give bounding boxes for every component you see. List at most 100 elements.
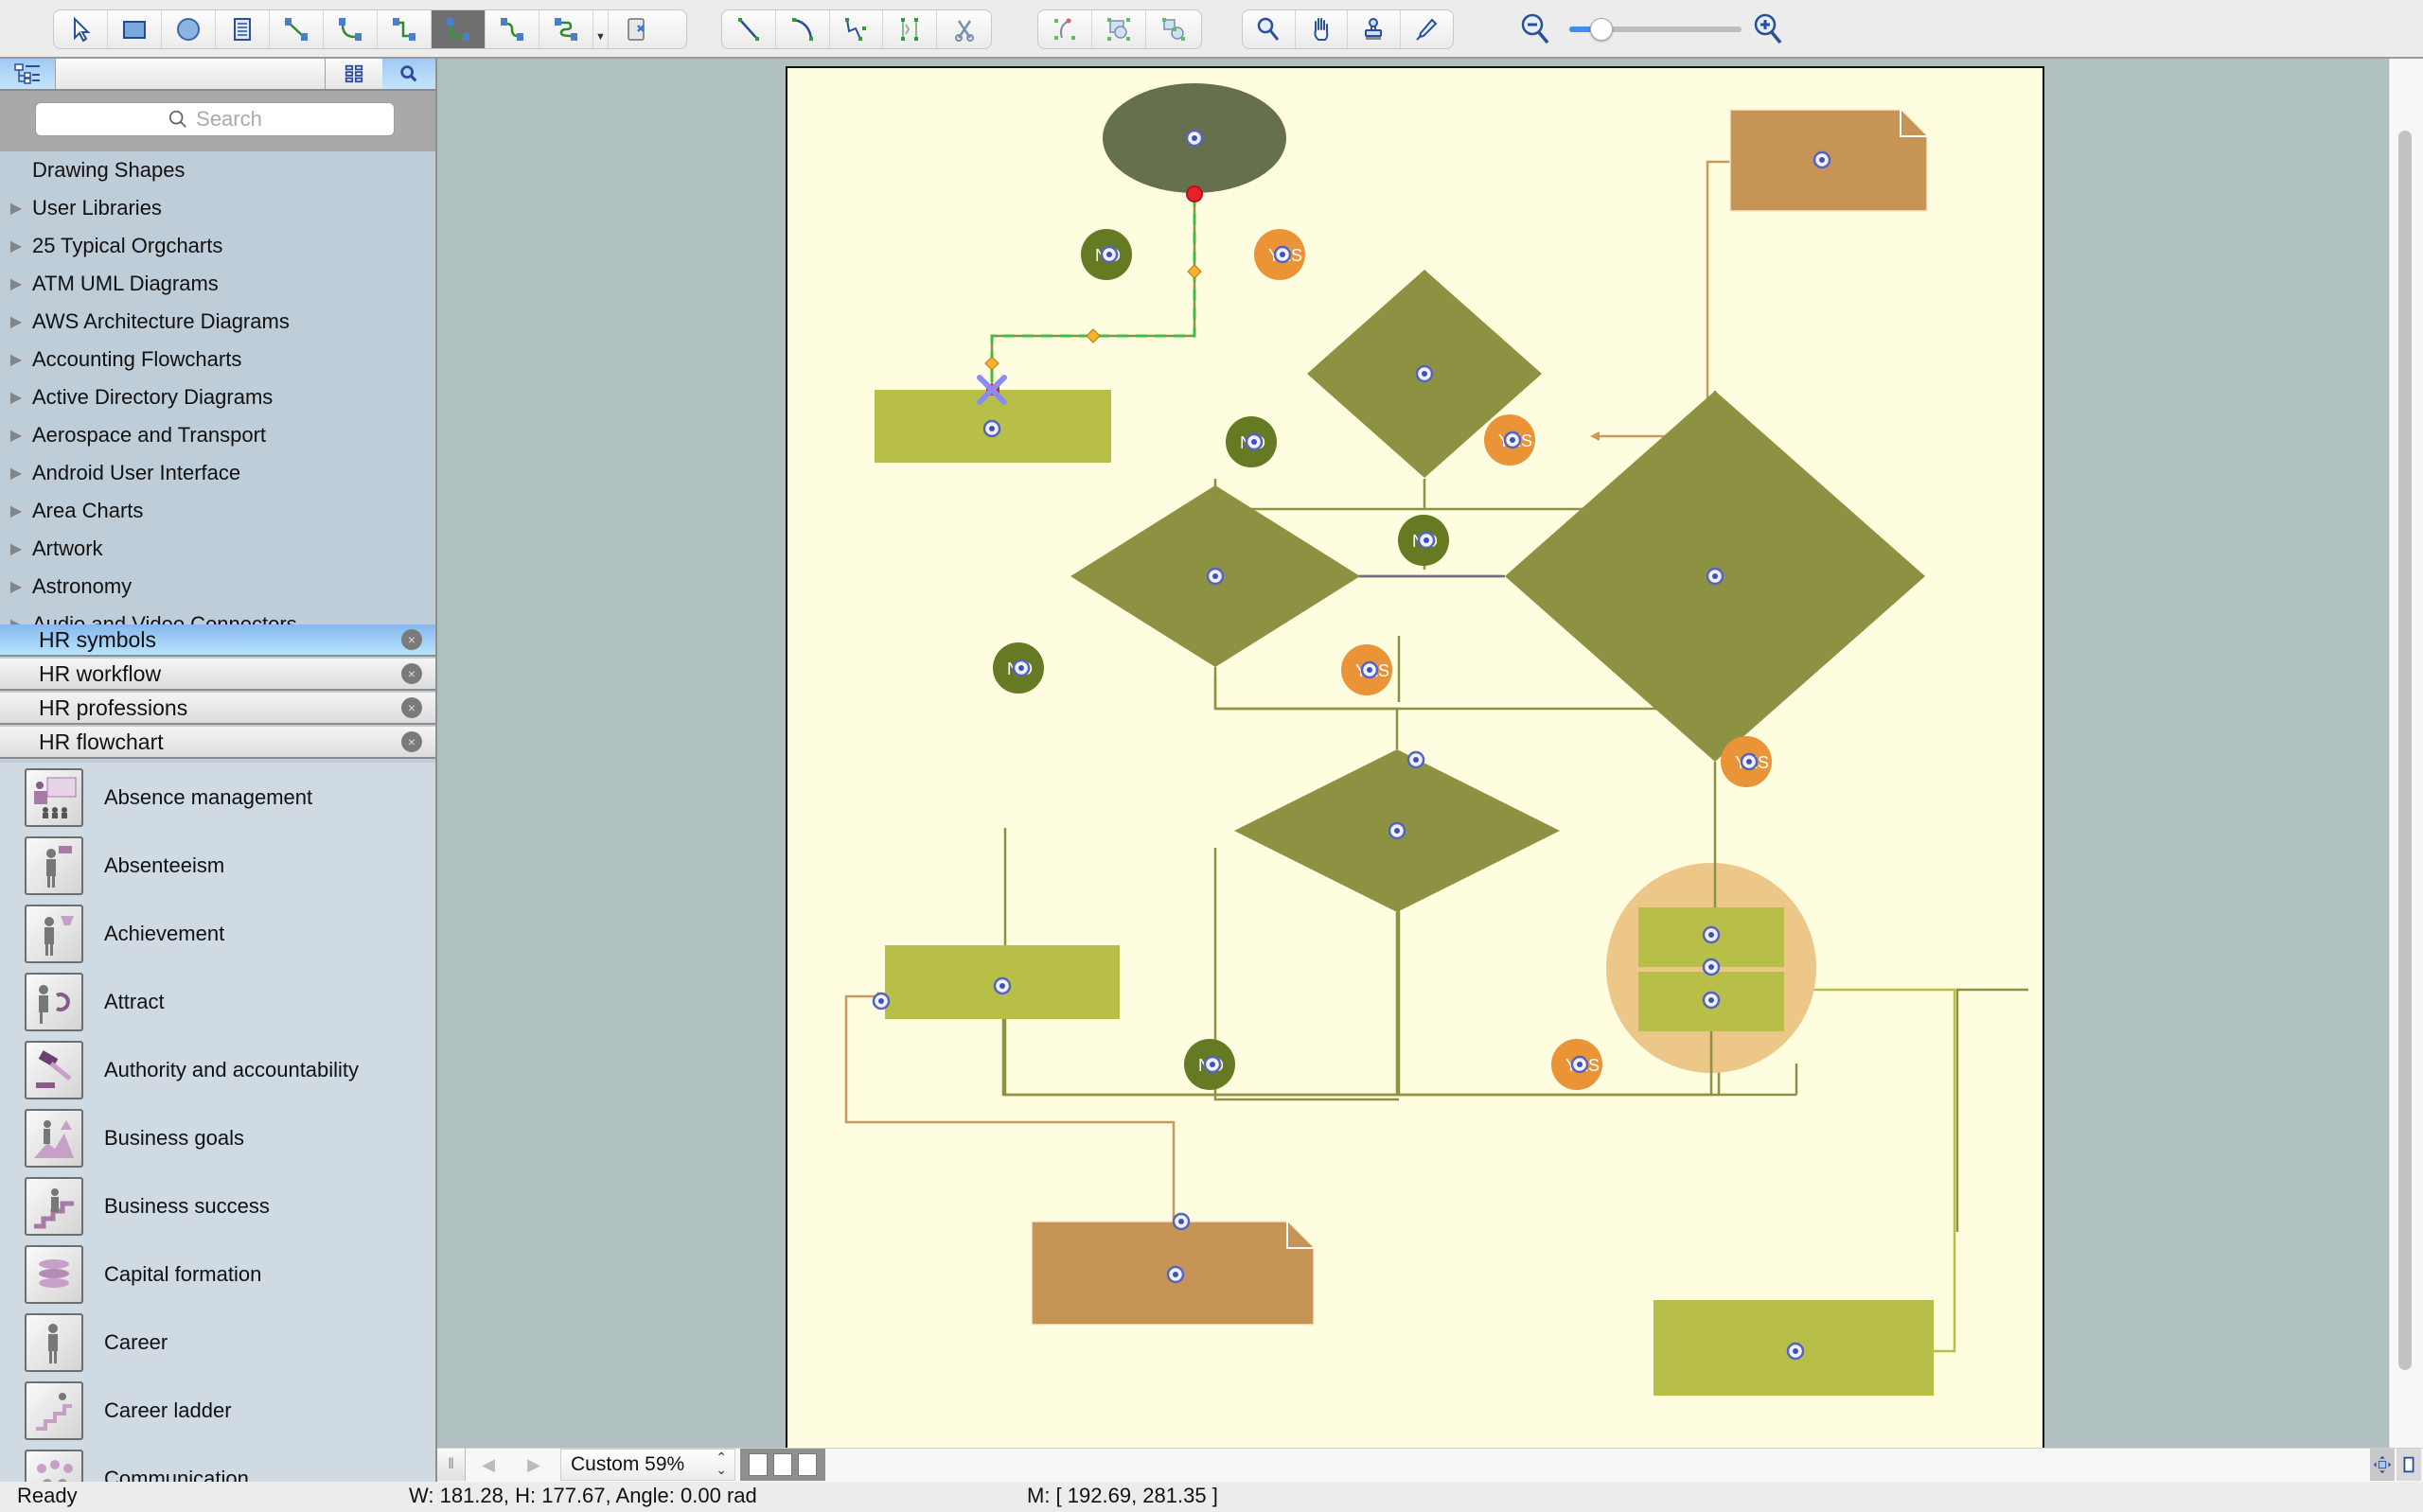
connection-point-icon[interactable] [1273,245,1292,264]
page-layout-buttons[interactable] [740,1449,825,1481]
open-library-item[interactable]: HR professions × [0,693,435,725]
line-tool-button[interactable] [722,10,776,48]
shape-thumbnail[interactable] [25,1177,83,1236]
round-connector-button[interactable] [539,10,593,48]
eyedropper-tool-button[interactable] [1401,10,1453,48]
polyline-tool-button[interactable] [883,10,938,48]
connection-point-icon[interactable] [982,419,1001,438]
shape-item[interactable]: Attract [0,968,435,1036]
library-tree-item[interactable]: ▶ ATM UML Diagrams [0,265,435,303]
shape-item[interactable]: Business goals [0,1104,435,1172]
library-tree-item[interactable]: Drawing Shapes [0,151,435,189]
library-tree-item[interactable]: ▶ Artwork [0,530,435,568]
connection-point-icon[interactable] [1100,245,1119,264]
expand-arrow-icon[interactable]: ▶ [0,464,32,483]
shape-item[interactable]: Absenteeism [0,832,435,900]
library-tree-item[interactable]: ▶ Android User Interface [0,454,435,492]
library-tree-item[interactable]: ▶ Active Directory Diagrams [0,378,435,416]
connector-midpoint-handle[interactable] [984,356,999,371]
open-library-item[interactable]: HR symbols × [0,624,435,657]
text-tool-button[interactable] [216,10,270,48]
library-tree-item[interactable]: ▶ AWS Architecture Diagrams [0,303,435,341]
stamp-tool-button[interactable] [1348,10,1401,48]
open-library-item[interactable]: HR workflow × [0,659,435,691]
previous-page-button[interactable]: ◀ [466,1449,511,1481]
actual-size-button[interactable] [2396,1449,2421,1481]
direct-connector-button[interactable] [270,10,324,48]
arc-tool-button[interactable] [776,10,830,48]
vertical-scrollbar-thumb[interactable] [2398,131,2412,1370]
shape-item[interactable]: Communication [0,1445,435,1483]
connector[interactable] [1812,988,1956,1353]
connection-point-icon[interactable] [1245,432,1264,451]
connection-point-icon[interactable] [1406,750,1425,769]
shape-thumbnail[interactable] [25,768,83,827]
expand-arrow-icon[interactable]: ▶ [0,388,32,407]
shape-thumbnail[interactable] [25,1245,83,1304]
connection-point-icon[interactable] [1415,364,1434,383]
connector[interactable] [844,994,1176,1223]
expand-arrow-icon[interactable]: ▶ [0,577,32,596]
connection-point-icon[interactable] [1570,1055,1589,1074]
shape-thumbnail[interactable] [25,905,83,963]
connector-midpoint-handle[interactable] [1086,328,1101,343]
zoom-in-button[interactable] [1751,11,1785,45]
expand-arrow-icon[interactable]: ▶ [0,312,32,331]
connection-point-icon[interactable] [1702,925,1721,944]
zoom-out-button[interactable] [1518,11,1552,45]
rectangle-tool-button[interactable] [108,10,162,48]
library-tree-item[interactable]: ▶ User Libraries [0,189,435,227]
expand-arrow-icon[interactable]: ▶ [0,350,32,369]
expand-arrow-icon[interactable]: ▶ [0,274,32,293]
shape-item[interactable]: Career [0,1309,435,1377]
shape-thumbnail[interactable] [25,1381,83,1440]
connector-dropdown-button[interactable]: ▼ [593,10,609,48]
connection-point-icon[interactable] [1702,958,1721,976]
selected-connector[interactable] [990,194,1196,390]
pan-tool-button[interactable] [1296,10,1348,48]
connection-point-icon[interactable] [872,992,891,1011]
search-tab[interactable] [382,59,435,89]
fit-to-page-button[interactable] [2370,1449,2395,1481]
arc-connector-button[interactable] [324,10,378,48]
connector-midpoint-handle[interactable] [1187,264,1202,279]
expand-arrow-icon[interactable]: ▶ [0,501,32,520]
connection-point-icon[interactable] [1206,567,1225,586]
expand-arrow-icon[interactable]: ▶ [0,237,32,255]
connection-point-icon[interactable] [1706,567,1724,586]
connection-point-icon[interactable] [1740,752,1759,771]
connection-point-icon[interactable] [1503,431,1522,449]
library-tree-item[interactable]: ▶ Area Charts [0,492,435,530]
ellipse-tool-button[interactable] [162,10,216,48]
vertical-scrollbar[interactable] [2389,59,2423,1448]
bezier-tool-button[interactable] [830,10,884,48]
shape-item[interactable]: Achievement [0,900,435,968]
orthogonal-connector-button[interactable] [432,10,486,48]
open-library-item[interactable]: HR flowchart × [0,727,435,759]
shape-item[interactable]: Absence management [0,764,435,832]
shape-thumbnail[interactable] [25,973,83,1031]
shape-item[interactable]: Business success [0,1172,435,1240]
connection-point-icon[interactable] [1786,1342,1805,1361]
expand-arrow-icon[interactable]: ▶ [0,539,32,558]
shape-thumbnail[interactable] [25,1313,83,1372]
canvas-area[interactable]: NOYESNOYESNONOYESYESNOYES [437,59,2389,1448]
close-library-icon[interactable]: × [401,697,422,718]
library-tree-item[interactable]: ▶ Aerospace and Transport [0,416,435,454]
connection-point-icon[interactable] [1172,1212,1191,1231]
connection-point-icon[interactable] [1203,1055,1222,1074]
shape-thumbnail[interactable] [25,1109,83,1168]
close-library-icon[interactable]: × [401,629,422,650]
next-page-button[interactable]: ▶ [511,1449,557,1481]
diagram-page[interactable]: NOYESNOYESNONOYESYESNOYES [786,66,2044,1448]
connector-start-handle[interactable] [1186,185,1203,202]
connection-point-icon[interactable] [1185,129,1204,148]
smart-connector-button[interactable] [378,10,432,48]
close-library-icon[interactable]: × [401,731,422,752]
connection-point-icon[interactable] [1417,531,1436,550]
connector[interactable] [1001,1019,1713,1097]
shape-thumbnail[interactable] [25,836,83,895]
shape-thumbnail[interactable] [25,1041,83,1099]
selected-connector-highlight[interactable] [990,194,1196,390]
connection-point-icon[interactable] [993,976,1012,995]
